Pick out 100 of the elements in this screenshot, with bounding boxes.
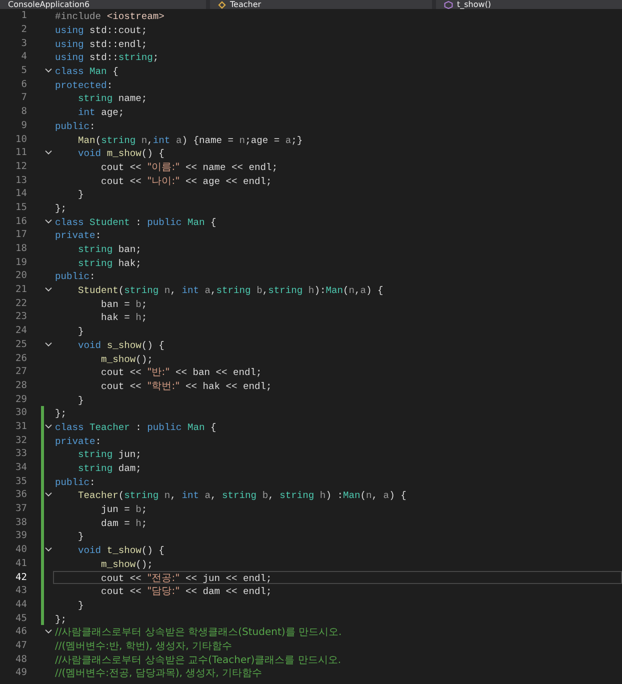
code-line: private: xyxy=(54,229,102,242)
line-number: 14 xyxy=(14,188,27,200)
code-line: public: xyxy=(54,270,96,282)
code-line: Man(string n,int a) {name = n;age = a;} xyxy=(77,134,304,146)
code-line: protected: xyxy=(54,78,114,91)
code-line: using std::string; xyxy=(54,51,160,64)
line-number: 11 xyxy=(14,147,27,158)
line-number: 20 xyxy=(14,270,27,282)
code-line: } xyxy=(77,394,85,406)
line-number: 30 xyxy=(14,407,27,418)
line-number: 37 xyxy=(14,503,27,514)
line-number: 27 xyxy=(14,366,27,378)
line-number: 36 xyxy=(14,489,27,500)
code-line: private: xyxy=(54,434,102,447)
collapse-icon[interactable] xyxy=(45,629,52,634)
code-line: Student(string n, int a,string b,string h):Man(n,a) { xyxy=(77,284,384,296)
code-line: void s_show() { xyxy=(77,338,166,351)
collapse-icon[interactable] xyxy=(45,150,52,156)
line-number: 9 xyxy=(20,120,27,131)
line-number: 25 xyxy=(14,338,27,350)
collapse-icon[interactable] xyxy=(45,492,52,498)
collapse-icon[interactable] xyxy=(45,342,52,347)
code-line: class Man { xyxy=(54,65,120,78)
code-line: cout << "반:" << ban << endl; xyxy=(100,366,263,378)
code-line: m_show(); xyxy=(100,352,154,365)
line-number: 43 xyxy=(14,585,27,596)
line-number: 40 xyxy=(14,544,27,556)
line-number: 6 xyxy=(20,78,27,90)
code-line: jun = b; xyxy=(100,503,148,516)
code-line: public: xyxy=(54,120,96,132)
code-line: m_show(); xyxy=(100,558,154,570)
line-number: 10 xyxy=(14,134,27,145)
line-number: 8 xyxy=(20,106,27,118)
line-number: 39 xyxy=(14,530,27,542)
code-line: using std::cout; xyxy=(54,24,148,36)
code-line: cout << "학번:" << hak << endl; xyxy=(100,380,273,392)
code-line: public: xyxy=(54,476,96,488)
collapse-icon[interactable] xyxy=(45,547,52,552)
code-line: hak = h; xyxy=(100,311,148,324)
code-line: class Teacher : public Man { xyxy=(54,420,218,433)
code-line: cout << "이름:" << name << endl; xyxy=(100,160,279,173)
line-number: 23 xyxy=(14,311,27,322)
line-number: 2 xyxy=(20,24,27,36)
scope-dropdown[interactable]: Teacher xyxy=(230,0,262,9)
line-number: 13 xyxy=(14,174,27,186)
collapse-icon[interactable] xyxy=(45,424,52,429)
line-number: 1 xyxy=(20,10,27,22)
code-line: class Student : public Man { xyxy=(54,216,218,228)
class-icon xyxy=(218,0,226,8)
line-number: 29 xyxy=(14,394,27,405)
line-number: 16 xyxy=(14,216,27,227)
line-number: 47 xyxy=(14,640,27,651)
code-line: cout << "나이:" << age << endl; xyxy=(100,174,273,187)
code-line: cout << "담당:" << dam << endl; xyxy=(100,585,273,598)
collapse-icon[interactable] xyxy=(45,218,52,224)
line-number: 49 xyxy=(14,667,27,678)
line-number: 15 xyxy=(14,202,27,213)
line-number: 12 xyxy=(14,160,27,172)
code-line: dam = h; xyxy=(100,516,148,529)
line-number: 5 xyxy=(20,65,27,76)
code-line: //사람클래스로부터 상속받은 교수(Teacher)클래스를 만드시오. xyxy=(54,654,342,666)
code-line: //(멤버변수:전공, 담당과목), 생성자, 기타함수 xyxy=(54,667,263,680)
member-dropdown[interactable]: t_show() xyxy=(457,0,492,9)
line-number: 33 xyxy=(14,448,27,460)
collapse-icon[interactable] xyxy=(45,287,52,292)
code-line: string jun; xyxy=(77,448,142,460)
code-line: }; xyxy=(54,407,68,420)
line-number: 44 xyxy=(14,598,27,610)
collapse-icon[interactable] xyxy=(45,68,52,74)
line-number: 31 xyxy=(14,420,27,432)
line-number: 18 xyxy=(14,243,27,254)
code-line: #include <iostream> xyxy=(54,10,166,22)
line-number: 7 xyxy=(20,92,27,104)
line-number: 48 xyxy=(14,654,27,665)
line-number: 41 xyxy=(14,558,27,569)
code-line: void t_show() { xyxy=(77,544,166,556)
line-number: 17 xyxy=(14,229,27,240)
code-line: int age; xyxy=(77,106,126,118)
line-number: 28 xyxy=(14,380,27,391)
line-number: 19 xyxy=(14,256,27,268)
line-number: 4 xyxy=(20,51,27,62)
line-number: 45 xyxy=(14,612,27,624)
code-line: } xyxy=(77,325,85,338)
line-number: 24 xyxy=(14,325,27,336)
code-line: string name; xyxy=(77,92,148,104)
line-number: 22 xyxy=(14,298,27,309)
code-line: ban = b; xyxy=(100,298,148,310)
line-number: 35 xyxy=(14,476,27,487)
code-line: string ban; xyxy=(77,243,142,256)
code-line: } xyxy=(77,598,85,611)
cube-icon xyxy=(444,0,453,8)
code-line: Teacher(string n, int a, string b, string h) :Man(n, a) { xyxy=(77,489,408,502)
code-line: }; xyxy=(54,202,68,214)
code-line: } xyxy=(77,530,85,542)
line-number: 38 xyxy=(14,516,27,528)
code-line: //사람클래스로부터 상속받은 학생클래스(Student)를 만드시오. xyxy=(54,626,343,638)
code-line: using std::endl; xyxy=(54,38,148,50)
line-number: 46 xyxy=(14,626,27,638)
line-number: 26 xyxy=(14,352,27,364)
code-line: void m_show() { xyxy=(77,147,166,160)
